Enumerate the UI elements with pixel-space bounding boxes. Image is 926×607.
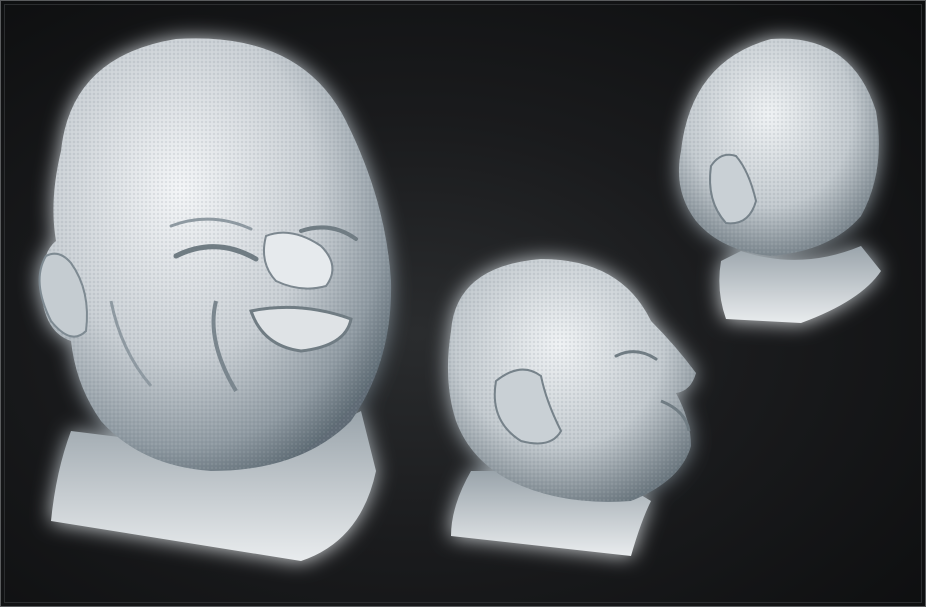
neck-base — [719, 246, 881, 323]
sculpt-render-canvas — [38, 38, 881, 561]
head-front-view — [38, 38, 392, 561]
head-back-view — [678, 38, 881, 323]
head-side-view — [447, 259, 696, 556]
render-frame — [0, 0, 926, 607]
